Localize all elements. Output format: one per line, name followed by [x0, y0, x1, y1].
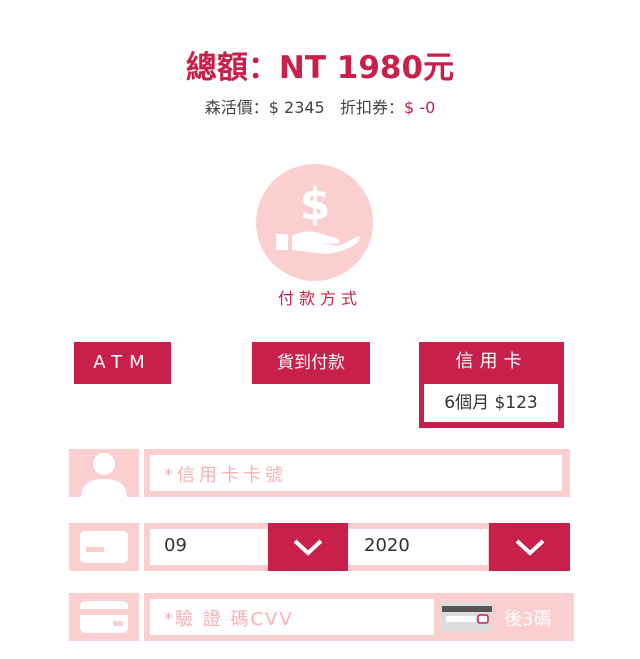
credit-card-option[interactable]: 信用卡 6個月 $123	[419, 342, 564, 428]
cvv-input[interactable]: *驗 證 碼CVV	[150, 599, 434, 635]
card-cvv-image-icon	[442, 602, 492, 632]
expiry-month-select[interactable]: 09	[150, 529, 268, 565]
coupon-value: $ -0	[404, 98, 436, 117]
card-number-frame: *信用卡卡號	[144, 449, 570, 497]
expiry-month-value: 09	[164, 535, 187, 556]
user-icon	[81, 453, 127, 497]
cash-on-delivery-button[interactable]: 貨到付款	[252, 342, 370, 384]
expiry-year-select[interactable]: 2020	[348, 529, 488, 565]
hand-dollar-icon: $	[276, 179, 360, 254]
expiry-year-value: 2020	[364, 535, 410, 556]
card-icon-box	[69, 523, 139, 571]
atm-button[interactable]: ATM	[74, 342, 171, 384]
installment-select[interactable]: 6個月 $123	[424, 384, 558, 422]
user-icon-box	[69, 449, 139, 497]
expiry-month-dropdown[interactable]	[268, 523, 348, 571]
price-breakdown: 森活價：$ 2345 折扣券：$ -0	[0, 97, 640, 119]
expiry-year-dropdown[interactable]	[489, 523, 570, 571]
cvv-frame: *驗 證 碼CVV 後3碼	[144, 593, 574, 641]
coupon-label: 折扣券：	[340, 98, 405, 117]
credit-card-icon	[80, 531, 128, 563]
card-number-placeholder: *信用卡卡號	[164, 465, 287, 486]
svg-text:$: $	[300, 179, 331, 230]
card-number-input[interactable]: *信用卡卡號	[150, 455, 562, 491]
cvv-hint: 後3碼	[504, 609, 552, 630]
card-back-icon	[80, 601, 128, 633]
credit-card-button[interactable]: 信用卡	[419, 342, 564, 382]
member-price: 森活價：$ 2345	[204, 98, 325, 117]
expiry-frame: 09 2020	[144, 523, 570, 571]
chevron-down-icon	[293, 539, 323, 556]
card-back-icon-box	[69, 593, 139, 641]
payment-method-label: 付款方式	[277, 289, 362, 308]
order-total: 總額：NT 1980元	[185, 50, 455, 86]
payment-method-icon: $	[256, 164, 373, 281]
cvv-placeholder: *驗 證 碼CVV	[164, 609, 294, 630]
chevron-down-icon	[515, 539, 545, 556]
